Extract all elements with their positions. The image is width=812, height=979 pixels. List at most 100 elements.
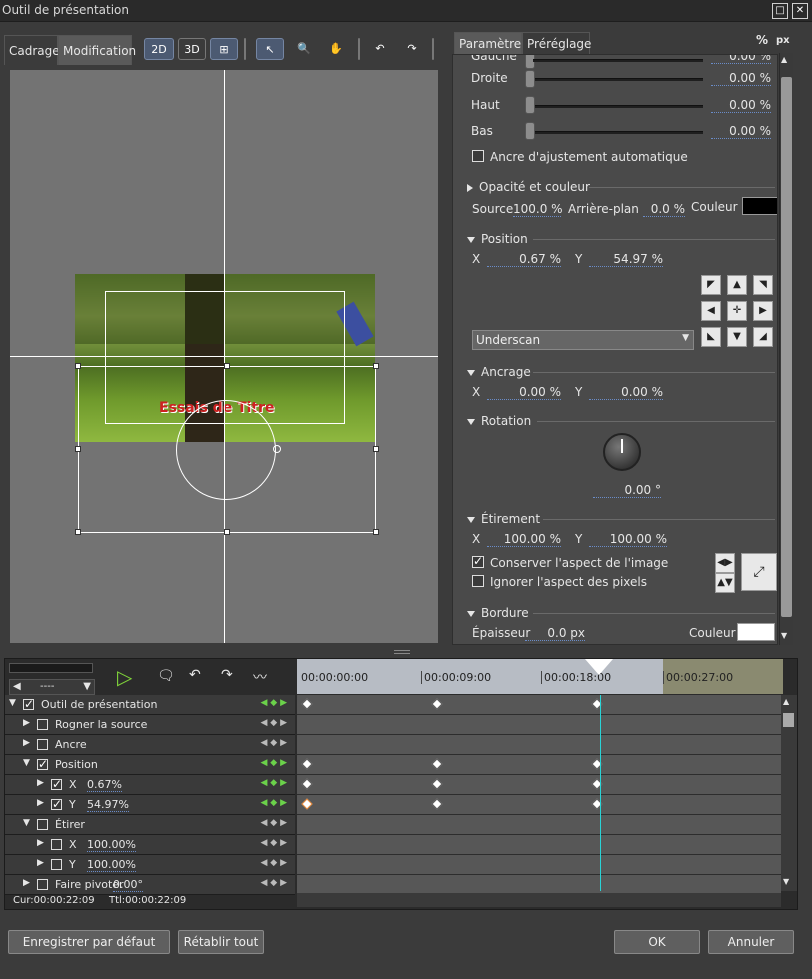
stretch-vertical-icon[interactable]: ▲▼ <box>715 573 735 593</box>
align-tl-icon[interactable]: ◤ <box>701 275 721 295</box>
handle-br[interactable] <box>373 529 379 535</box>
timeline-dropdown[interactable]: ◀ ---- ▼ <box>9 679 95 695</box>
track-checkbox[interactable] <box>37 757 48 771</box>
track-lane[interactable] <box>297 835 781 855</box>
close-icon[interactable]: ✕ <box>792 3 808 19</box>
graph-icon[interactable]: 〰 <box>253 667 267 687</box>
keyframe[interactable] <box>431 758 443 770</box>
scan-dropdown[interactable]: Underscan ▼ <box>472 330 694 350</box>
expand-icon[interactable]: ▼ <box>9 698 16 708</box>
track-row[interactable]: ▶ Y 100.00% ◀ ◆ ▶ <box>5 855 295 875</box>
track-lane[interactable] <box>297 775 781 795</box>
handle-ml[interactable] <box>75 446 81 452</box>
track-lane[interactable] <box>297 715 781 735</box>
track-checkbox[interactable] <box>23 697 34 711</box>
track-row[interactable]: ▼ Outil de présentation ◀ ◆ ▶ <box>5 695 295 715</box>
keyframe[interactable] <box>431 698 443 710</box>
hand-icon[interactable]: ✋ <box>324 38 348 60</box>
track-checkbox[interactable] <box>37 739 48 750</box>
anchor-y-value[interactable]: 0.00 % <box>589 385 663 400</box>
rotation-handle[interactable] <box>273 445 281 453</box>
track-row[interactable]: ▶ X 0.67% ◀ ◆ ▶ <box>5 775 295 795</box>
handle-bl[interactable] <box>75 529 81 535</box>
playhead-marker[interactable] <box>585 659 613 675</box>
crop-droite-thumb[interactable] <box>525 70 535 88</box>
tab-cadrage[interactable]: Cadrage <box>4 35 60 65</box>
track-value[interactable]: 100.00% <box>87 838 136 852</box>
ok-button[interactable]: OK <box>614 930 700 954</box>
keyframe[interactable] <box>431 798 443 810</box>
track-row[interactable]: ▶ X 100.00% ◀ ◆ ▶ <box>5 835 295 855</box>
stretch-horizontal-icon[interactable]: ◀▶ <box>715 553 735 573</box>
align-ml-icon[interactable]: ◀ <box>701 301 721 321</box>
track-checkbox[interactable] <box>51 859 62 870</box>
expand-icon[interactable]: ▶ <box>23 878 30 888</box>
track-lane[interactable] <box>297 855 781 875</box>
preview-canvas[interactable]: Essais de Titre <box>10 70 438 643</box>
track-row[interactable]: ▶ Y 54.97% ◀ ◆ ▶ <box>5 795 295 815</box>
keyframe-nav-icon[interactable]: ◀ ◆ ▶ <box>261 778 288 788</box>
track-lane[interactable] <box>297 695 781 715</box>
track-checkbox[interactable] <box>51 839 62 850</box>
tab-parametre[interactable]: Paramètre <box>454 32 522 54</box>
keyframe-nav-icon[interactable]: ◀ ◆ ▶ <box>261 698 288 708</box>
tab-modification[interactable]: Modification <box>58 35 136 65</box>
track-row[interactable]: ▶ Faire pivoter 0.00° ◀ ◆ ▶ <box>5 875 295 895</box>
save-default-button[interactable]: Enregistrer par défaut <box>8 930 170 954</box>
keyframe[interactable] <box>301 798 313 810</box>
handle-tl[interactable] <box>75 363 81 369</box>
keyframe[interactable] <box>301 758 313 770</box>
handle-mr[interactable] <box>373 446 379 452</box>
stretch-x-value[interactable]: 100.00 % <box>487 532 561 547</box>
track-lane[interactable] <box>297 755 781 775</box>
crop-gauche-value[interactable]: 0.00 % <box>711 55 771 64</box>
position-y-value[interactable]: 54.97 % <box>589 252 663 267</box>
scroll-up-icon[interactable]: ▲ <box>781 55 787 64</box>
scroll-down-icon[interactable]: ▼ <box>781 631 787 640</box>
timeline-zoom-slider[interactable] <box>9 663 93 673</box>
auto-anchor-checkbox[interactable] <box>472 150 484 162</box>
rotation-knob[interactable] <box>603 433 641 471</box>
panel-scroll-thumb[interactable] <box>781 77 792 617</box>
keyframe[interactable] <box>301 778 313 790</box>
section-etirement[interactable]: Étirement <box>467 512 540 526</box>
keyframe-nav-icon[interactable]: ◀ ◆ ▶ <box>261 718 288 728</box>
track-lane[interactable] <box>297 875 781 895</box>
maximize-icon[interactable]: □ <box>772 3 788 19</box>
stretch-y-value[interactable]: 100.00 % <box>589 532 667 547</box>
track-value[interactable]: 0.00° <box>113 878 143 892</box>
unit-percent[interactable]: % <box>756 33 768 47</box>
expand-icon[interactable]: ▶ <box>23 738 30 748</box>
crop-bas-thumb[interactable] <box>525 122 535 140</box>
crop-bas-value[interactable]: 0.00 % <box>711 124 771 139</box>
track-lane[interactable] <box>297 735 781 755</box>
keyframe[interactable] <box>301 698 313 710</box>
anchor-x-value[interactable]: 0.00 % <box>487 385 561 400</box>
expand-icon[interactable]: ▶ <box>37 778 44 788</box>
track-row[interactable]: ▼ Position ◀ ◆ ▶ <box>5 755 295 775</box>
track-lane[interactable] <box>297 795 781 815</box>
track-checkbox[interactable] <box>37 879 48 890</box>
align-mr-icon[interactable]: ▶ <box>753 301 773 321</box>
keyframe-nav-icon[interactable]: ◀ ◆ ▶ <box>261 758 288 768</box>
track-row[interactable]: ▶ Rogner la source ◀ ◆ ▶ <box>5 715 295 735</box>
align-tr-icon[interactable]: ◥ <box>753 275 773 295</box>
ignore-pixel-checkbox[interactable] <box>472 575 484 587</box>
view-3d-button[interactable]: 3D <box>178 38 206 60</box>
view-2d-button[interactable]: 2D <box>144 38 174 60</box>
crop-haut-thumb[interactable] <box>525 96 535 114</box>
keyframe-nav-icon[interactable]: ◀ ◆ ▶ <box>261 858 288 868</box>
undo-icon[interactable]: ↶ <box>189 667 201 683</box>
cancel-button[interactable]: Annuler <box>708 930 794 954</box>
border-color-swatch[interactable] <box>737 623 775 641</box>
track-row[interactable]: ▶ Ancre ◀ ◆ ▶ <box>5 735 295 755</box>
track-value[interactable]: 0.67% <box>87 778 122 792</box>
unit-px[interactable]: px <box>776 35 790 46</box>
pointer-icon[interactable]: ↖ <box>256 38 284 60</box>
crop-haut-value[interactable]: 0.00 % <box>711 98 771 113</box>
handle-tr[interactable] <box>373 363 379 369</box>
tab-preglage[interactable]: Préréglage <box>522 32 591 54</box>
section-rotation[interactable]: Rotation <box>467 414 531 428</box>
keyframe-nav-icon[interactable]: ◀ ◆ ▶ <box>261 878 288 888</box>
align-bm-icon[interactable]: ▼ <box>727 327 747 347</box>
